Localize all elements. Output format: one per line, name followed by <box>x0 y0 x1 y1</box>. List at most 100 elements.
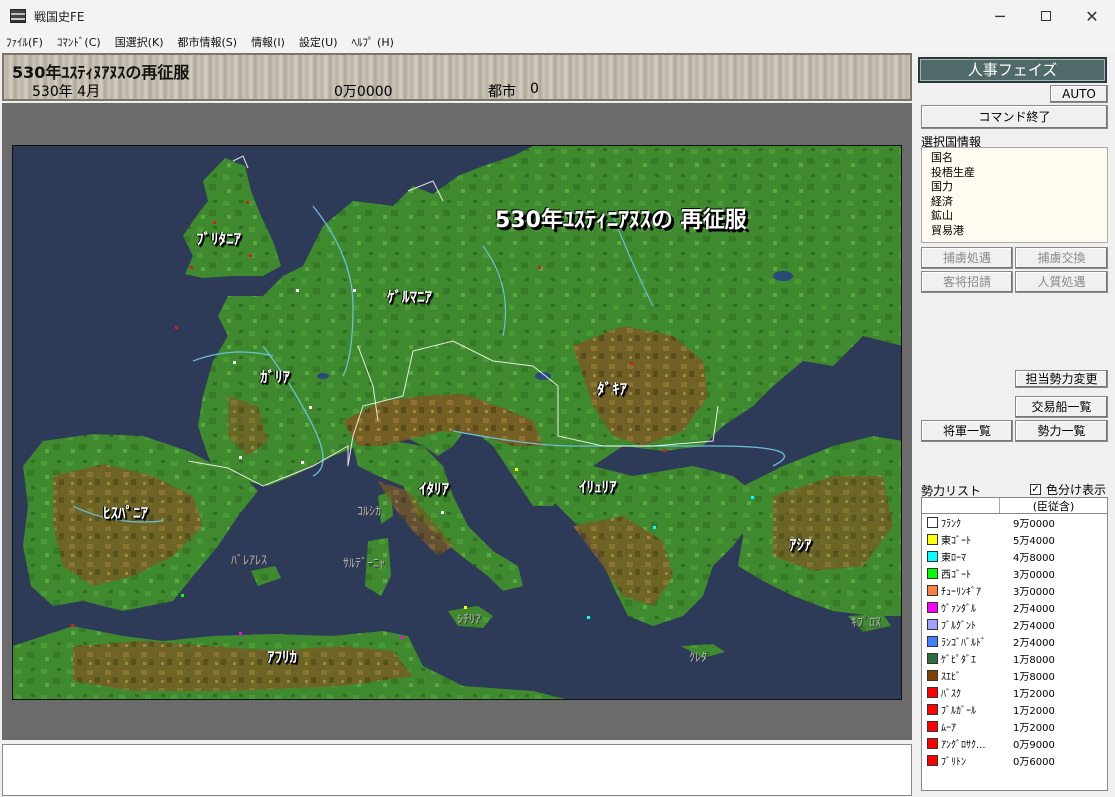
force-name: 東ｺﾞｰﾄ <box>941 536 971 547</box>
force-name: ﾌﾞﾙｸﾞﾝﾄ <box>941 621 976 632</box>
field-economy: 経済 <box>931 194 953 208</box>
auto-button[interactable]: AUTO <box>1050 85 1108 103</box>
map-scenario-title: 530年ﾕｽﾃｨﾆｱﾇｽの 再征服 <box>495 208 747 233</box>
region-africa[interactable]: ｱﾌﾘｶ <box>267 646 297 667</box>
force-row[interactable]: ﾑｰｱ 1万2000 <box>922 718 1107 735</box>
force-strength: 1万2000 <box>1013 706 1055 717</box>
force-row[interactable]: 東ｺﾞｰﾄ 5万4000 <box>922 531 1107 548</box>
force-color-swatch <box>927 636 938 647</box>
force-color-swatch <box>927 585 938 596</box>
force-color-swatch <box>927 568 938 579</box>
force-color-swatch <box>927 738 938 749</box>
selected-country-info: 国名 投梧生産 国力 経済 鉱山 貿易港 <box>921 147 1108 243</box>
region-dacia[interactable]: ﾀﾞｷｱ <box>597 378 627 399</box>
island-sardinia: ｻﾙﾃﾞｰﾆｬ <box>343 556 386 570</box>
force-color-swatch <box>927 721 938 732</box>
region-italia[interactable]: ｲﾀﾘｱ <box>419 478 449 499</box>
phase-indicator: 人事フェイズ <box>918 57 1107 83</box>
force-strength: 2万4000 <box>1013 621 1055 632</box>
close-icon: ✕ <box>1085 6 1099 26</box>
captive-exchange-button[interactable]: 捕虜交換 <box>1015 247 1108 269</box>
force-strength: 1万2000 <box>1013 689 1055 700</box>
minimize-button[interactable]: ─ <box>977 0 1023 32</box>
force-color-swatch <box>927 602 938 613</box>
field-country-name: 国名 <box>931 151 953 164</box>
app-icon <box>10 9 26 23</box>
scenario-title: 530年ﾕｽﾃｨﾇｱﾇｽの再征服 <box>12 63 190 82</box>
force-name: ﾁｭｰﾘﾝｷﾞｱ <box>941 587 981 598</box>
minimize-icon: ─ <box>995 6 1005 26</box>
force-strength: 1万8000 <box>1013 655 1055 666</box>
guest-general-button[interactable]: 客将招請 <box>921 271 1013 293</box>
forces-list[interactable]: (臣従含) ﾌﾗﾝｸ 9万0000 東ｺﾞｰﾄ 5万4000 東ﾛｰﾏ 4万8000 西ｺﾞ… <box>921 497 1108 791</box>
island-corsica: ｺﾙｼｶ <box>357 504 382 518</box>
map-area: 530年ﾕｽﾃｨﾆｱﾇｽの 再征服 ﾌﾞﾘﾀﾆｱ ｹﾞﾙﾏﾆｱ ｶﾞﾘｱ ﾀﾞｷ… <box>2 103 912 740</box>
force-color-swatch <box>927 653 938 664</box>
menu-country-select[interactable]: 国選択(K) <box>115 34 164 50</box>
force-row[interactable]: ｹﾞﾋﾟﾀﾞｴ 1万8000 <box>922 650 1107 667</box>
current-date: 530年 4月 <box>32 84 101 100</box>
end-command-button[interactable]: コマンド終了 <box>921 105 1108 129</box>
force-color-swatch <box>927 619 938 630</box>
force-row[interactable]: 東ﾛｰﾏ 4万8000 <box>922 548 1107 565</box>
force-row[interactable]: ﾌﾞﾘﾄﾝ 0万6000 <box>922 752 1107 769</box>
city-count: 0 <box>530 81 539 97</box>
force-row[interactable]: ﾌﾗﾝｸ 9万0000 <box>922 514 1107 531</box>
region-illyria[interactable]: ｲﾘｭﾘｱ <box>579 476 617 497</box>
hostage-treatment-button[interactable]: 人質処遇 <box>1015 271 1108 293</box>
menu-command[interactable]: ｺﾏﾝﾄﾞ(C) <box>57 34 101 50</box>
force-color-swatch <box>927 755 938 766</box>
force-row[interactable]: ﾊﾞｽｸ 1万2000 <box>922 684 1107 701</box>
force-strength: 1万2000 <box>1013 723 1055 734</box>
force-row[interactable]: ﾁｭｰﾘﾝｷﾞｱ 3万0000 <box>922 582 1107 599</box>
force-row[interactable]: 西ｺﾞｰﾄ 3万0000 <box>922 565 1107 582</box>
menu-info[interactable]: 情報(I) <box>251 34 285 50</box>
force-row[interactable]: ｳﾞｧﾝﾀﾞﾙ 2万4000 <box>922 599 1107 616</box>
forces-list-button[interactable]: 勢力一覧 <box>1015 420 1108 442</box>
island-cyprus: ｷﾌﾟﾛｽ <box>851 615 882 629</box>
region-gallia[interactable]: ｶﾞﾘｱ <box>260 366 290 387</box>
gold-amount: 0万0000 <box>334 84 393 100</box>
force-name: ﾌﾞﾘﾄﾝ <box>941 757 966 768</box>
region-hispania[interactable]: ﾋｽﾊﾟﾆｱ <box>103 502 148 523</box>
forces-rows: ﾌﾗﾝｸ 9万0000 東ｺﾞｰﾄ 5万4000 東ﾛｰﾏ 4万8000 西ｺﾞｰﾄ 3万00… <box>922 514 1107 769</box>
force-row[interactable]: ﾗﾝｺﾞﾊﾞﾙﾄﾞ 2万4000 <box>922 633 1107 650</box>
change-force-button[interactable]: 担当勢力変更 <box>1015 370 1108 388</box>
force-name: ﾗﾝｺﾞﾊﾞﾙﾄﾞ <box>941 638 986 649</box>
force-name: ｳﾞｧﾝﾀﾞﾙ <box>941 604 976 615</box>
color-code-checkbox[interactable]: ✓ <box>1030 484 1041 495</box>
force-strength: 0万9000 <box>1013 740 1055 751</box>
close-button[interactable]: ✕ <box>1069 0 1115 32</box>
force-color-swatch <box>927 687 938 698</box>
menu-help[interactable]: ﾍﾙﾌﾟ (H) <box>352 34 394 50</box>
force-row[interactable]: ﾌﾞﾙｸﾞﾝﾄ 2万4000 <box>922 616 1107 633</box>
trade-ships-button[interactable]: 交易船一覧 <box>1015 396 1108 418</box>
color-code-toggle[interactable]: ✓ 色分け表示 <box>1030 481 1106 498</box>
force-color-swatch <box>927 517 938 528</box>
force-strength: 4万8000 <box>1013 553 1055 564</box>
force-row[interactable]: ｽｴﾋﾞ 1万8000 <box>922 667 1107 684</box>
menu-bar: ﾌｧｲﾙ(F) ｺﾏﾝﾄﾞ(C) 国選択(K) 都市情報(S) 情報(I) 設定… <box>0 32 1115 52</box>
menu-city-info[interactable]: 都市情報(S) <box>177 34 237 50</box>
field-production: 投梧生産 <box>931 165 975 179</box>
force-strength: 9万0000 <box>1013 519 1055 530</box>
maximize-button[interactable] <box>1023 0 1069 32</box>
menu-file[interactable]: ﾌｧｲﾙ(F) <box>6 34 43 50</box>
generals-list-button[interactable]: 将軍一覧 <box>921 420 1013 442</box>
captive-treatment-button[interactable]: 捕虜処遇 <box>921 247 1013 269</box>
force-color-swatch <box>927 704 938 715</box>
forces-header-vassal: (臣従含) <box>1032 500 1075 513</box>
region-germania[interactable]: ｹﾞﾙﾏﾆｱ <box>387 286 432 307</box>
region-asia[interactable]: ｱｼｱ <box>789 534 812 555</box>
force-name: ｱﾝｸﾞﾛｻｸ... <box>941 740 986 751</box>
europe-map[interactable]: 530年ﾕｽﾃｨﾆｱﾇｽの 再征服 ﾌﾞﾘﾀﾆｱ ｹﾞﾙﾏﾆｱ ｶﾞﾘｱ ﾀﾞｷ… <box>12 145 902 700</box>
menu-settings[interactable]: 設定(U) <box>299 34 338 50</box>
field-trade-port: 貿易港 <box>931 223 964 237</box>
region-britannia[interactable]: ﾌﾞﾘﾀﾆｱ <box>196 228 241 249</box>
force-strength: 1万8000 <box>1013 672 1055 683</box>
message-box <box>2 744 912 796</box>
field-power: 国力 <box>931 180 953 194</box>
force-row[interactable]: ｱﾝｸﾞﾛｻｸ... 0万9000 <box>922 735 1107 752</box>
scenario-header: 530年ﾕｽﾃｨﾇｱﾇｽの再征服 530年 4月 0万0000 都市 0 <box>2 53 912 101</box>
force-row[interactable]: ﾌﾞﾙｶﾞｰﾙ 1万2000 <box>922 701 1107 718</box>
